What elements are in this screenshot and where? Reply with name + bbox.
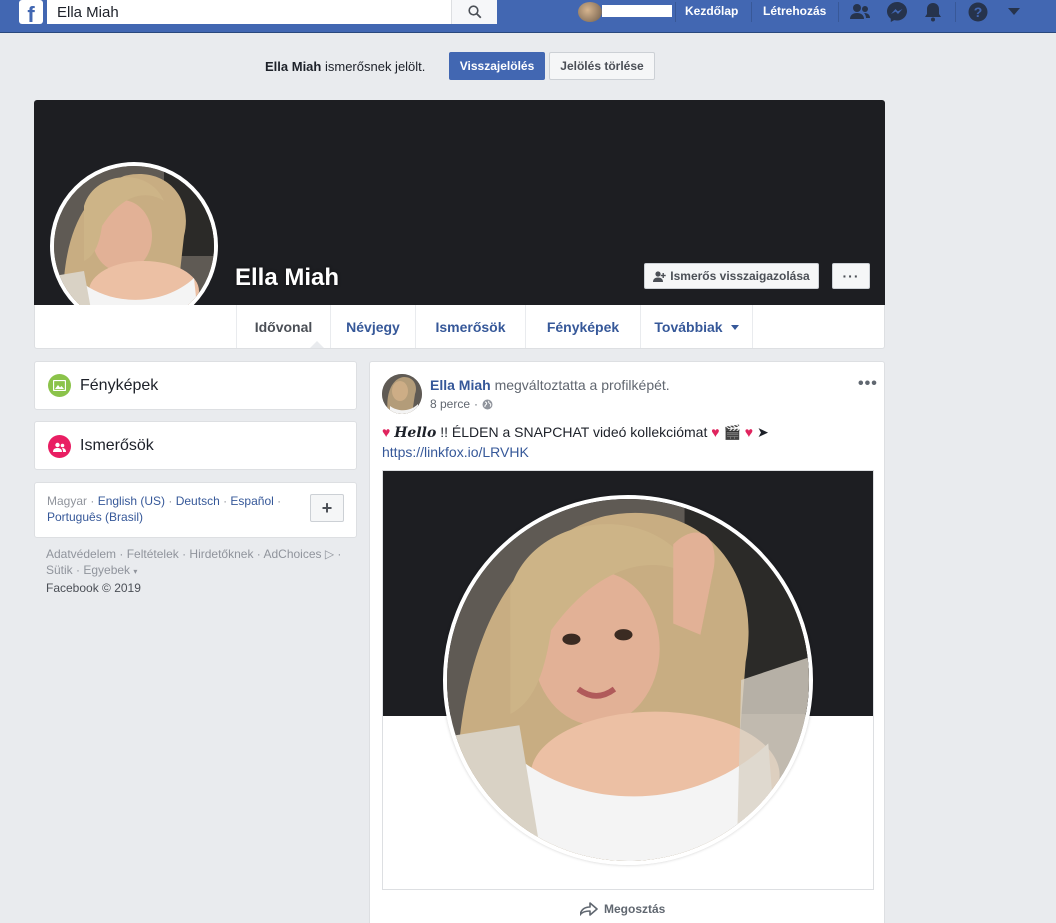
notifications-bell-icon[interactable] [920, 0, 946, 24]
create-link[interactable]: Létrehozás [763, 4, 826, 18]
footer-link-adchoices[interactable]: AdChoices [263, 547, 321, 561]
language-current: Magyar [47, 494, 88, 508]
add-language-button[interactable]: + [310, 494, 344, 522]
footer-link-terms[interactable]: Feltételek [127, 547, 179, 561]
tab-label: Idővonal [254, 318, 313, 335]
nav-divider [751, 2, 752, 22]
help-icon[interactable]: ? [965, 0, 991, 24]
confirm-request-button[interactable]: Visszajelölés [449, 52, 545, 80]
friend-request-text: ismerősnek jelölt. [321, 59, 426, 74]
footer-link-privacy[interactable]: Adatvédelem [46, 547, 116, 561]
post-author-name[interactable]: Ella Miah [430, 377, 491, 393]
confirm-friend-label: Ismerős visszaigazolása [670, 269, 810, 283]
post-action-text: megváltoztatta a profilképét. [490, 377, 670, 393]
tab-label: Ismerősök [435, 318, 506, 335]
nav-divider [838, 2, 839, 22]
friend-request-message: Ella Miah ismerősnek jelölt. [265, 59, 425, 74]
delete-request-button[interactable]: Jelölés törlése [549, 52, 655, 80]
user-avatar[interactable] [578, 2, 602, 22]
footer-link-advertising[interactable]: Hirdetőknek [189, 547, 253, 561]
photos-icon [48, 374, 71, 397]
post-header: Ella Miah megváltoztatta a profilképét. [430, 377, 670, 393]
tab-label: Fényképek [546, 318, 620, 335]
caret-down-icon: ▾ [133, 567, 138, 576]
globe-icon[interactable] [482, 399, 493, 410]
share-label: Megosztás [604, 902, 666, 916]
language-list: Magyar · English (US) · Deutsch · Españo… [47, 494, 282, 524]
confirm-friend-button[interactable]: Ismerős visszaigazolása [644, 263, 819, 289]
messenger-icon[interactable] [884, 0, 910, 24]
heart-emoji-icon: ♥ [382, 424, 391, 440]
profile-tab-bar: Idővonal Névjegy Ismerősök Fényképek Tov… [34, 305, 885, 349]
home-link[interactable]: Kezdőlap [685, 4, 738, 18]
friends-card[interactable]: Ismerősök [34, 421, 357, 470]
facebook-logo-icon[interactable]: f [19, 0, 43, 24]
active-tab-indicator [310, 341, 324, 348]
search-input[interactable] [47, 0, 451, 24]
more-options-button[interactable]: ··· [832, 263, 870, 289]
tab-about[interactable]: Névjegy [330, 305, 415, 348]
post-timestamp[interactable]: 8 perce [430, 397, 470, 411]
tab-label: Névjegy [346, 318, 400, 335]
footer-links: Adatvédelem · Feltételek · Hirdetőknek ·… [46, 547, 342, 595]
nav-divider [675, 2, 676, 22]
photos-card[interactable]: Fényképek [34, 361, 357, 410]
language-link[interactable]: Português (Brasil) [47, 510, 143, 524]
friends-icon [48, 435, 71, 458]
post-link[interactable]: https://linkfox.io/LRVHK [382, 444, 529, 460]
heart-emoji-icon: ♥ [711, 424, 720, 440]
friend-requests-icon[interactable] [847, 0, 873, 24]
profile-photo-image [54, 166, 214, 326]
language-link[interactable]: Deutsch [176, 494, 220, 508]
language-link[interactable]: Español [230, 494, 273, 508]
share-icon [580, 902, 598, 916]
tab-more[interactable]: Továbbiak [640, 305, 753, 348]
post-profile-picture[interactable] [443, 495, 813, 865]
search-icon [467, 5, 481, 19]
tab-label: Továbbiak [654, 318, 723, 335]
timeline-post: Ella Miah megváltoztatta a profilképét. … [369, 361, 885, 923]
chevron-down-icon [730, 325, 739, 330]
post-text: ♥ Hello !! ÉLDEN a SNAPCHAT videó kollek… [382, 423, 872, 462]
post-body-text: !! ÉLDEN a SNAPCHAT videó kollekciómat [436, 424, 712, 440]
footer-link-more[interactable]: Egyebek [83, 563, 130, 577]
post-meta: 8 perce · [430, 397, 493, 411]
svg-text:?: ? [974, 4, 983, 20]
adchoices-icon: ▷ [324, 547, 335, 561]
search-button[interactable] [451, 0, 497, 24]
requester-name[interactable]: Ella Miah [265, 59, 321, 74]
user-name-redacted[interactable] [602, 5, 672, 17]
clapper-emoji-icon: 🎬 [723, 424, 741, 440]
account-menu-chevron-down-icon[interactable] [1001, 0, 1027, 24]
post-options-button[interactable]: ••• [858, 375, 878, 393]
arrow-right-icon: ➤ [756, 424, 769, 440]
language-link[interactable]: English (US) [98, 494, 165, 508]
post-image-container[interactable] [382, 470, 874, 890]
profile-name: Ella Miah [235, 264, 340, 291]
post-photo-image [447, 499, 809, 861]
heart-emoji-icon: ♥ [744, 424, 754, 440]
footer-link-cookies[interactable]: Sütik [46, 563, 73, 577]
nav-divider [955, 2, 956, 22]
tab-friends[interactable]: Ismerősök [415, 305, 525, 348]
post-hello-text: Hello [394, 425, 437, 441]
friends-card-title[interactable]: Ismerősök [80, 437, 154, 455]
language-card: Magyar · English (US) · Deutsch · Españo… [34, 482, 357, 538]
tab-photos[interactable]: Fényképek [525, 305, 640, 348]
search-box [47, 0, 497, 24]
copyright: Facebook © 2019 [46, 581, 141, 595]
photos-card-title[interactable]: Fényképek [80, 377, 158, 395]
top-navigation-bar: f Kezdőlap Létrehozás ? [0, 0, 1056, 33]
post-author-avatar[interactable] [382, 374, 422, 414]
add-friend-icon [653, 270, 666, 282]
share-button[interactable]: Megosztás [580, 902, 665, 916]
